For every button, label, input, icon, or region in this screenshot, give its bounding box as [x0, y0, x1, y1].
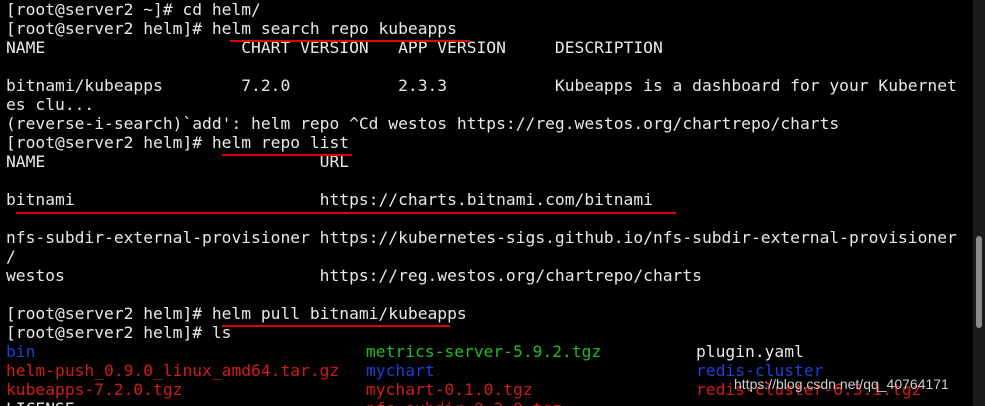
underline-annotation	[16, 212, 676, 214]
command-line: [root@server2 helm]# helm repo list	[6, 133, 350, 152]
underline-annotation	[230, 40, 470, 42]
watermark-text: https://blog.csdn.net/qq_40764171	[734, 376, 949, 392]
reverse-search-line: (reverse-i-search)`add': helm repo ^Cd w…	[6, 114, 840, 133]
ls-entry: LICENSE	[6, 399, 75, 406]
repo-row-bitnami: bitnami https://charts.bitnami.com/bitna…	[6, 190, 653, 209]
ls-entry: metrics-server-5.9.2.tgz	[366, 342, 602, 361]
ls-entry: helm-push_0.9.0_linux_amd64.tar.gz	[6, 361, 340, 380]
ls-entry: kubeapps-7.2.0.tgz	[6, 380, 183, 399]
search-result-row: bitnami/kubeapps 7.2.0 2.3.3 Kubeapps is…	[6, 76, 957, 95]
ls-entry: nfs-subdir-0.3.0.tgz	[366, 399, 562, 406]
terminal-window[interactable]: [root@server2 ~]# cd helm/ [root@server2…	[0, 0, 973, 406]
prompt-line: [root@server2 ~]# cd helm/	[6, 0, 261, 19]
ls-entry: plugin.yaml	[696, 342, 804, 361]
vertical-scrollbar[interactable]	[973, 0, 985, 406]
underline-annotation	[222, 154, 352, 156]
ls-entry: bin	[6, 342, 36, 361]
scrollbar-thumb[interactable]	[976, 236, 982, 328]
repo-row-nfs: nfs-subdir-external-provisioner https://…	[6, 228, 957, 247]
repo-row-nfs-wrap: /	[6, 247, 16, 266]
command-line: [root@server2 helm]# helm search repo ku…	[6, 19, 457, 38]
ls-entry: mychart-0.1.0.tgz	[366, 380, 533, 399]
command-line: [root@server2 helm]# helm pull bitnami/k…	[6, 304, 467, 323]
ls-entry: mychart	[366, 361, 435, 380]
command-line: [root@server2 helm]# ls	[6, 323, 232, 342]
search-result-wrap: es clu...	[6, 95, 95, 114]
repo-row-westos: westos https://reg.westos.org/chartrepo/…	[6, 266, 702, 285]
underline-annotation	[222, 325, 450, 327]
